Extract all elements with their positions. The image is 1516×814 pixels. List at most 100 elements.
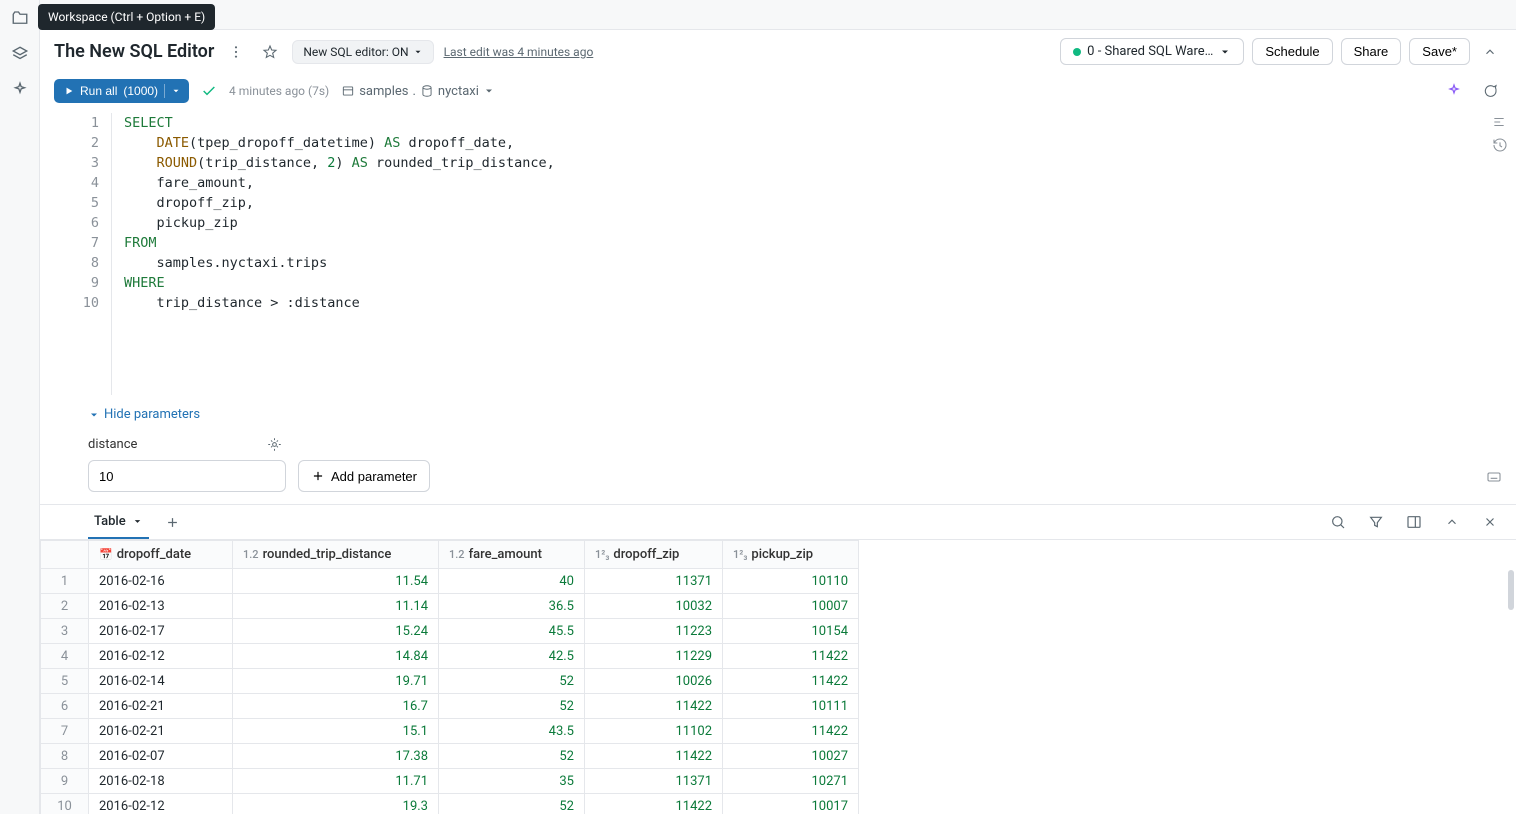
editor-code[interactable]: SELECT DATE(tpep_dropoff_datetime) AS dr… bbox=[112, 113, 555, 395]
cell[interactable]: 52 bbox=[439, 794, 585, 814]
column-header-dropoff_date[interactable]: 📅dropoff_date bbox=[89, 541, 233, 569]
column-header-dropoff_zip[interactable]: 1²₃dropoff_zip bbox=[585, 541, 723, 569]
minimap-icon[interactable] bbox=[1492, 115, 1508, 129]
hide-parameters-toggle[interactable]: Hide parameters bbox=[88, 407, 1502, 422]
filter-icon[interactable] bbox=[1364, 510, 1388, 534]
comment-icon[interactable] bbox=[1478, 79, 1502, 103]
cell[interactable]: 2016-02-21 bbox=[89, 694, 233, 719]
assistant-spark-icon[interactable] bbox=[1442, 79, 1466, 103]
add-parameter-button[interactable]: Add parameter bbox=[298, 460, 430, 492]
cell[interactable]: 10017 bbox=[723, 794, 859, 814]
table-row[interactable]: 42016-02-1214.8442.51122911422 bbox=[41, 644, 859, 669]
run-all-button[interactable]: Run all (1000) bbox=[54, 79, 189, 103]
table-row[interactable]: 62016-02-2116.7521142210111 bbox=[41, 694, 859, 719]
cell[interactable]: 11422 bbox=[723, 669, 859, 694]
cell[interactable]: 11.71 bbox=[233, 769, 439, 794]
table-row[interactable]: 22016-02-1311.1436.51003210007 bbox=[41, 594, 859, 619]
cell[interactable]: 2016-02-07 bbox=[89, 744, 233, 769]
save-button[interactable]: Save* bbox=[1409, 38, 1470, 65]
cell[interactable]: 10154 bbox=[723, 619, 859, 644]
results-table[interactable]: 📅dropoff_date1.2rounded_trip_distance1.2… bbox=[40, 540, 859, 814]
cell[interactable]: 14.84 bbox=[233, 644, 439, 669]
cell[interactable]: 43.5 bbox=[439, 719, 585, 744]
cell[interactable]: 10027 bbox=[723, 744, 859, 769]
table-row[interactable]: 82016-02-0717.38521142210027 bbox=[41, 744, 859, 769]
panel-icon[interactable] bbox=[1402, 510, 1426, 534]
column-header-fare_amount[interactable]: 1.2fare_amount bbox=[439, 541, 585, 569]
workspace-icon[interactable] bbox=[10, 8, 30, 28]
keyboard-shortcut-icon[interactable] bbox=[1486, 469, 1502, 485]
cell[interactable]: 11223 bbox=[585, 619, 723, 644]
cell[interactable]: 45.5 bbox=[439, 619, 585, 644]
cell[interactable]: 16.7 bbox=[233, 694, 439, 719]
cell[interactable]: 11371 bbox=[585, 769, 723, 794]
table-row[interactable]: 92016-02-1811.71351137110271 bbox=[41, 769, 859, 794]
cell[interactable]: 15.1 bbox=[233, 719, 439, 744]
catalog-icon[interactable] bbox=[10, 44, 30, 64]
cell[interactable]: 2016-02-13 bbox=[89, 594, 233, 619]
cell[interactable]: 10110 bbox=[723, 569, 859, 594]
share-button[interactable]: Share bbox=[1341, 38, 1402, 65]
history-icon[interactable] bbox=[1492, 137, 1508, 153]
cell[interactable]: 40 bbox=[439, 569, 585, 594]
assistant-icon[interactable] bbox=[10, 80, 30, 100]
cell[interactable]: 2016-02-14 bbox=[89, 669, 233, 694]
cell[interactable]: 11229 bbox=[585, 644, 723, 669]
cell[interactable]: 2016-02-18 bbox=[89, 769, 233, 794]
table-row[interactable]: 32016-02-1715.2445.51122310154 bbox=[41, 619, 859, 644]
gear-icon[interactable] bbox=[262, 432, 286, 456]
column-header-pickup_zip[interactable]: 1²₃pickup_zip bbox=[723, 541, 859, 569]
table-row[interactable]: 12016-02-1611.54401137110110 bbox=[41, 569, 859, 594]
tab-table[interactable]: Table bbox=[88, 506, 149, 539]
cell[interactable]: 52 bbox=[439, 744, 585, 769]
cell[interactable]: 11.14 bbox=[233, 594, 439, 619]
cell[interactable]: 11.54 bbox=[233, 569, 439, 594]
catalog-breadcrumb[interactable]: samples . nyctaxi bbox=[341, 84, 495, 99]
cell[interactable]: 11422 bbox=[585, 744, 723, 769]
kebab-menu-icon[interactable] bbox=[224, 40, 248, 64]
cell[interactable]: 19.3 bbox=[233, 794, 439, 814]
collapse-up-icon[interactable] bbox=[1478, 40, 1502, 64]
close-icon[interactable] bbox=[1478, 510, 1502, 534]
cell[interactable]: 2016-02-16 bbox=[89, 569, 233, 594]
last-edit-link[interactable]: Last edit was 4 minutes ago bbox=[444, 45, 594, 59]
cell[interactable]: 35 bbox=[439, 769, 585, 794]
cell[interactable]: 10271 bbox=[723, 769, 859, 794]
cell[interactable]: 11422 bbox=[723, 644, 859, 669]
column-header-rounded_trip_distance[interactable]: 1.2rounded_trip_distance bbox=[233, 541, 439, 569]
cell[interactable]: 2016-02-17 bbox=[89, 619, 233, 644]
cell[interactable]: 2016-02-12 bbox=[89, 794, 233, 814]
cell[interactable]: 10111 bbox=[723, 694, 859, 719]
cell[interactable]: 2016-02-21 bbox=[89, 719, 233, 744]
cell[interactable]: 17.38 bbox=[233, 744, 439, 769]
cell[interactable]: 19.71 bbox=[233, 669, 439, 694]
cell[interactable]: 11422 bbox=[585, 794, 723, 814]
param-distance-input[interactable] bbox=[88, 460, 286, 492]
search-icon[interactable] bbox=[1326, 510, 1350, 534]
cell[interactable]: 36.5 bbox=[439, 594, 585, 619]
schedule-button[interactable]: Schedule bbox=[1252, 38, 1332, 65]
cell[interactable]: 2016-02-12 bbox=[89, 644, 233, 669]
cell[interactable]: 15.24 bbox=[233, 619, 439, 644]
cell[interactable]: 42.5 bbox=[439, 644, 585, 669]
cell[interactable]: 10007 bbox=[723, 594, 859, 619]
cell[interactable]: 52 bbox=[439, 669, 585, 694]
cell[interactable]: 10032 bbox=[585, 594, 723, 619]
table-row[interactable]: 102016-02-1219.3521142210017 bbox=[41, 794, 859, 814]
star-icon[interactable] bbox=[258, 40, 282, 64]
code-editor[interactable]: 12345678910 SELECT DATE(tpep_dropoff_dat… bbox=[40, 109, 1516, 399]
editor-toggle[interactable]: New SQL editor: ON bbox=[292, 40, 433, 64]
warehouse-selector[interactable]: 0 - Shared SQL Ware… bbox=[1060, 38, 1244, 65]
cell[interactable]: 11371 bbox=[585, 569, 723, 594]
cell[interactable]: 11422 bbox=[585, 694, 723, 719]
date-type-icon: 📅 bbox=[99, 548, 113, 561]
cell[interactable]: 11422 bbox=[723, 719, 859, 744]
table-row[interactable]: 72016-02-2115.143.51110211422 bbox=[41, 719, 859, 744]
collapse-icon[interactable] bbox=[1440, 510, 1464, 534]
cell[interactable]: 52 bbox=[439, 694, 585, 719]
add-tab-button[interactable] bbox=[161, 510, 185, 534]
cell[interactable]: 11102 bbox=[585, 719, 723, 744]
cell[interactable]: 10026 bbox=[585, 669, 723, 694]
scrollbar-thumb[interactable] bbox=[1508, 570, 1514, 610]
table-row[interactable]: 52016-02-1419.71521002611422 bbox=[41, 669, 859, 694]
